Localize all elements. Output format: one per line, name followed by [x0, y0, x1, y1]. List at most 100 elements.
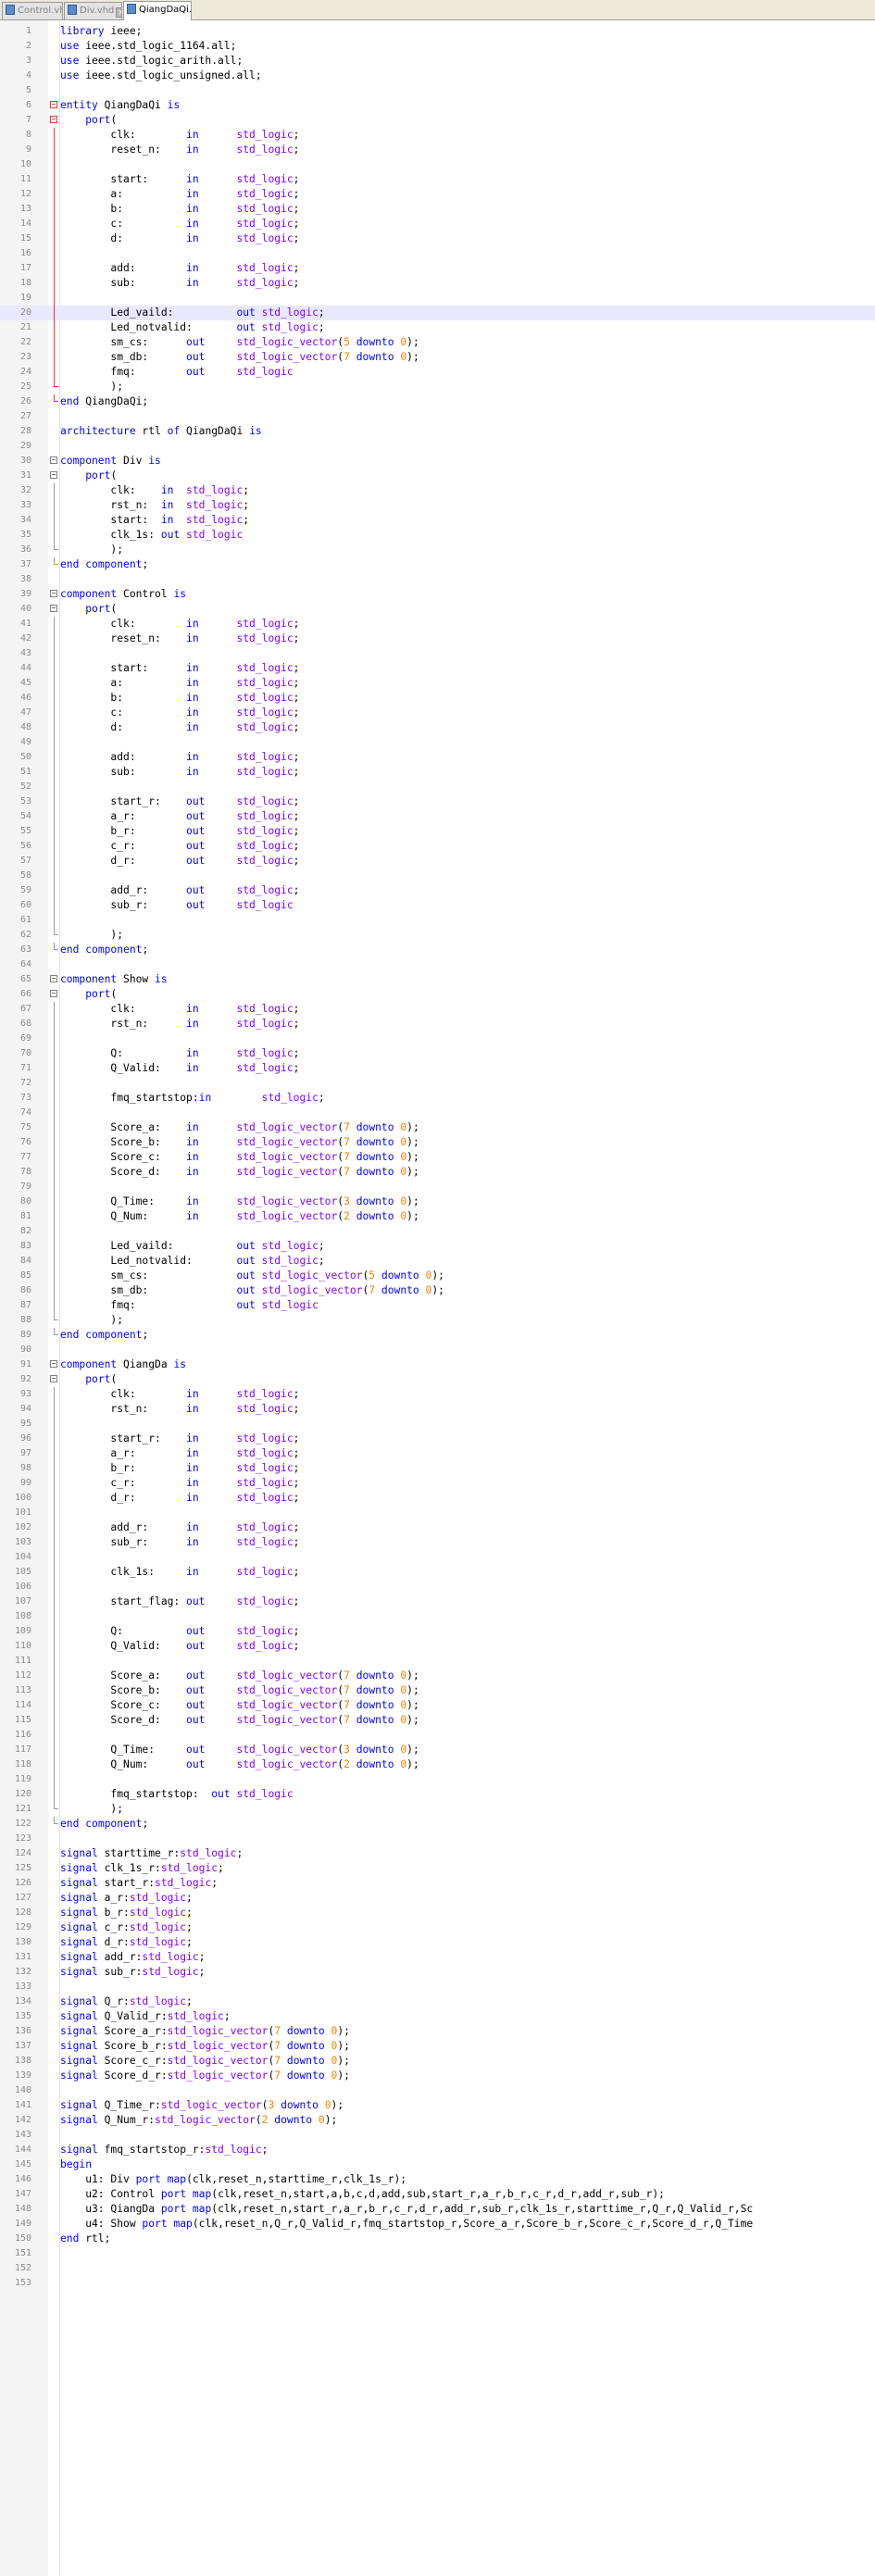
code-line[interactable]: 21 Led_notvalid: out std_logic; [0, 320, 875, 335]
code-line[interactable]: 150 end rtl; [0, 2232, 875, 2246]
code-line[interactable]: 71 Q_Valid: in std_logic; [0, 1061, 875, 1076]
code-line[interactable]: 107 start_flag: out std_logic; [0, 1594, 875, 1609]
code-line[interactable]: 93 clk: in std_logic; [0, 1387, 875, 1402]
fold-toggle-icon[interactable]: − [49, 1372, 59, 1387]
code-line[interactable]: 50 add: in std_logic; [0, 750, 875, 765]
code-line[interactable]: 95 [0, 1417, 875, 1432]
code-line[interactable]: 62 ); [0, 928, 875, 943]
code-line[interactable]: 29 [0, 439, 875, 454]
code-line[interactable]: 52 [0, 780, 875, 794]
fold-toggle-icon[interactable]: − [49, 1357, 59, 1372]
code-line[interactable]: 99 c_r: in std_logic; [0, 1476, 875, 1491]
code-line[interactable]: 100 d_r: in std_logic; [0, 1491, 875, 1506]
code-line[interactable]: 139 signal Score_d_r:std_logic_vector(7 d… [0, 2069, 875, 2083]
fold-toggle-icon[interactable]: − [49, 587, 59, 602]
code-line[interactable]: 16 [0, 246, 875, 261]
code-line[interactable]: 58 [0, 869, 875, 883]
code-line[interactable]: 1 library ieee; [0, 24, 875, 39]
code-line[interactable]: 27 [0, 409, 875, 424]
code-line[interactable]: 24 fmq: out std_logic [0, 365, 875, 380]
code-line[interactable]: 4 use ieee.std_logic_unsigned.all; [0, 69, 875, 83]
code-editor[interactable]: 1 library ieee; 2 use ieee.std_logic_1164.a… [0, 24, 875, 2291]
code-line[interactable]: 40 − port( [0, 602, 875, 617]
code-line[interactable]: 146 u1: Div port map(clk,reset_n,startti… [0, 2172, 875, 2187]
code-line[interactable]: 135 signal Q_Valid_r:std_logic; [0, 2009, 875, 2024]
code-line[interactable]: 15 d: in std_logic; [0, 231, 875, 246]
code-line[interactable]: 33 rst_n: in std_logic; [0, 498, 875, 513]
code-line[interactable]: 12 a: in std_logic; [0, 187, 875, 202]
code-line[interactable]: 8 clk: in std_logic; [0, 128, 875, 143]
code-line[interactable]: 47 c: in std_logic; [0, 706, 875, 720]
fold-toggle-icon[interactable]: − [49, 469, 59, 483]
code-line[interactable]: 57 d_r: out std_logic; [0, 854, 875, 869]
code-line[interactable]: 105 clk_1s: in std_logic; [0, 1565, 875, 1580]
code-line[interactable]: 137 signal Score_b_r:std_logic_vector(7 d… [0, 2039, 875, 2054]
code-line[interactable]: 49 [0, 735, 875, 750]
code-line[interactable]: 38 [0, 572, 875, 587]
code-line[interactable]: 41 clk: in std_logic; [0, 617, 875, 631]
code-line[interactable]: 59 add_r: out std_logic; [0, 883, 875, 898]
code-line[interactable]: 10 [0, 157, 875, 172]
code-line[interactable]: 134 signal Q_r:std_logic; [0, 1995, 875, 2009]
code-line[interactable]: 17 add: in std_logic; [0, 261, 875, 276]
code-line[interactable]: 19 [0, 291, 875, 306]
code-line[interactable]: 81 Q_Num: in std_logic_vector(2 downto 0… [0, 1209, 875, 1224]
code-line[interactable]: 123 [0, 1832, 875, 1846]
code-line[interactable]: 61 [0, 913, 875, 928]
code-line[interactable]: 20 Led_vaild: out std_logic; [0, 306, 875, 320]
code-line[interactable]: 79 [0, 1180, 875, 1194]
code-line[interactable]: 110 Q_Valid: out std_logic; [0, 1639, 875, 1654]
code-line[interactable]: 140 [0, 2083, 875, 2098]
code-line[interactable]: 109 Q: out std_logic; [0, 1624, 875, 1639]
code-line[interactable]: 37 end component; [0, 557, 875, 572]
tab-control-vhd[interactable]: Control.vhd× [2, 2, 63, 19]
code-line[interactable]: 78 Score_d: in std_logic_vector(7 downto… [0, 1165, 875, 1180]
code-line[interactable]: 18 sub: in std_logic; [0, 276, 875, 291]
code-line[interactable]: 36 ); [0, 543, 875, 557]
code-line[interactable]: 136 signal Score_a_r:std_logic_vector(7 d… [0, 2024, 875, 2039]
code-line[interactable]: 51 sub: in std_logic; [0, 765, 875, 780]
code-line[interactable]: 74 [0, 1106, 875, 1120]
code-line[interactable]: 46 b: in std_logic; [0, 691, 875, 706]
code-line[interactable]: 141 signal Q_Time_r:std_logic_vector(3 do… [0, 2098, 875, 2113]
code-line[interactable]: 152 [0, 2261, 875, 2276]
code-line[interactable]: 133 [0, 1980, 875, 1995]
code-line[interactable]: 48 d: in std_logic; [0, 720, 875, 735]
code-line[interactable]: 84 Led_notvalid: out std_logic; [0, 1254, 875, 1269]
code-line[interactable]: 92 − port( [0, 1372, 875, 1387]
code-line[interactable]: 101 [0, 1506, 875, 1520]
code-line[interactable]: 102 add_r: in std_logic; [0, 1520, 875, 1535]
close-tab-icon[interactable]: × [116, 7, 121, 18]
code-line[interactable]: 5 [0, 83, 875, 98]
code-line[interactable]: 83 Led_vaild: out std_logic; [0, 1239, 875, 1254]
code-line[interactable]: 42 reset_n: in std_logic; [0, 631, 875, 646]
code-line[interactable]: 119 [0, 1772, 875, 1787]
code-line[interactable]: 73 fmq_startstop:in std_logic; [0, 1091, 875, 1106]
code-line[interactable]: 86 sm_db: out std_logic_vector(7 downto … [0, 1283, 875, 1298]
code-line[interactable]: 14 c: in std_logic; [0, 217, 875, 231]
code-line[interactable]: 116 [0, 1728, 875, 1743]
code-line[interactable]: 113 Score_b: out std_logic_vector(7 down… [0, 1683, 875, 1698]
code-line[interactable]: 65 − component Show is [0, 972, 875, 987]
code-line[interactable]: 106 [0, 1580, 875, 1594]
code-line[interactable]: 128 signal b_r:std_logic; [0, 1906, 875, 1920]
code-line[interactable]: 30 − component Div is [0, 454, 875, 469]
code-line[interactable]: 132 signal sub_r:std_logic; [0, 1965, 875, 1980]
code-line[interactable]: 118 Q_Num: out std_logic_vector(2 downto… [0, 1757, 875, 1772]
code-line[interactable]: 131 signal add_r:std_logic; [0, 1950, 875, 1965]
code-line[interactable]: 117 Q_Time: out std_logic_vector(3 downt… [0, 1743, 875, 1757]
code-line[interactable]: 129 signal c_r:std_logic; [0, 1920, 875, 1935]
code-line[interactable]: 88 ); [0, 1313, 875, 1328]
code-line[interactable]: 45 a: in std_logic; [0, 676, 875, 691]
code-line[interactable]: 144 signal fmq_startstop_r:std_logic; [0, 2143, 875, 2157]
code-line[interactable]: 98 b_r: in std_logic; [0, 1461, 875, 1476]
code-line[interactable]: 32 clk: in std_logic; [0, 483, 875, 498]
code-line[interactable]: 149 u4: Show port map(clk,reset_n,Q_r,Q_… [0, 2217, 875, 2232]
code-line[interactable]: 125 signal clk_1s_r:std_logic; [0, 1861, 875, 1876]
code-line[interactable]: 77 Score_c: in std_logic_vector(7 downto… [0, 1150, 875, 1165]
code-line[interactable]: 55 b_r: out std_logic; [0, 824, 875, 839]
code-line[interactable]: 53 start_r: out std_logic; [0, 794, 875, 809]
code-line[interactable]: 148 u3: QiangDa port map(clk,reset_n,sta… [0, 2202, 875, 2217]
code-line[interactable]: 2 use ieee.std_logic_1164.all; [0, 39, 875, 54]
code-line[interactable]: 89 end component; [0, 1328, 875, 1343]
